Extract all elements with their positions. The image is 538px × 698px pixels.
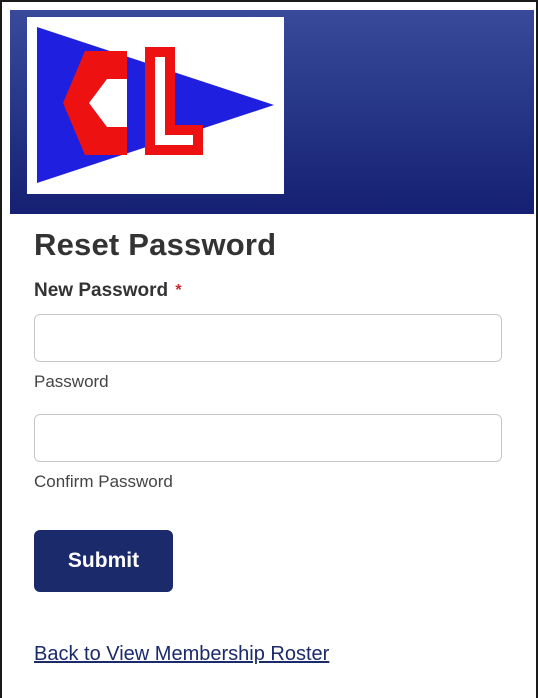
- required-marker: *: [175, 282, 182, 299]
- back-to-roster-link[interactable]: Back to View Membership Roster: [34, 642, 329, 666]
- confirm-password-helper-text: Confirm Password: [34, 472, 173, 491]
- submit-button[interactable]: Submit: [34, 530, 173, 592]
- new-password-label-text: New Password: [34, 280, 169, 301]
- burgee-flag-icon: [37, 27, 274, 183]
- reset-password-form: Reset Password New Password * Password C…: [34, 226, 514, 666]
- confirm-password-input[interactable]: [34, 414, 502, 462]
- club-logo[interactable]: [27, 17, 284, 194]
- password-helper-text: Password: [34, 372, 109, 391]
- site-header: [10, 10, 534, 214]
- password-input[interactable]: [34, 314, 502, 362]
- page-frame: Reset Password New Password * Password C…: [0, 0, 538, 698]
- new-password-label: New Password *: [34, 280, 514, 302]
- page-title: Reset Password: [34, 227, 277, 262]
